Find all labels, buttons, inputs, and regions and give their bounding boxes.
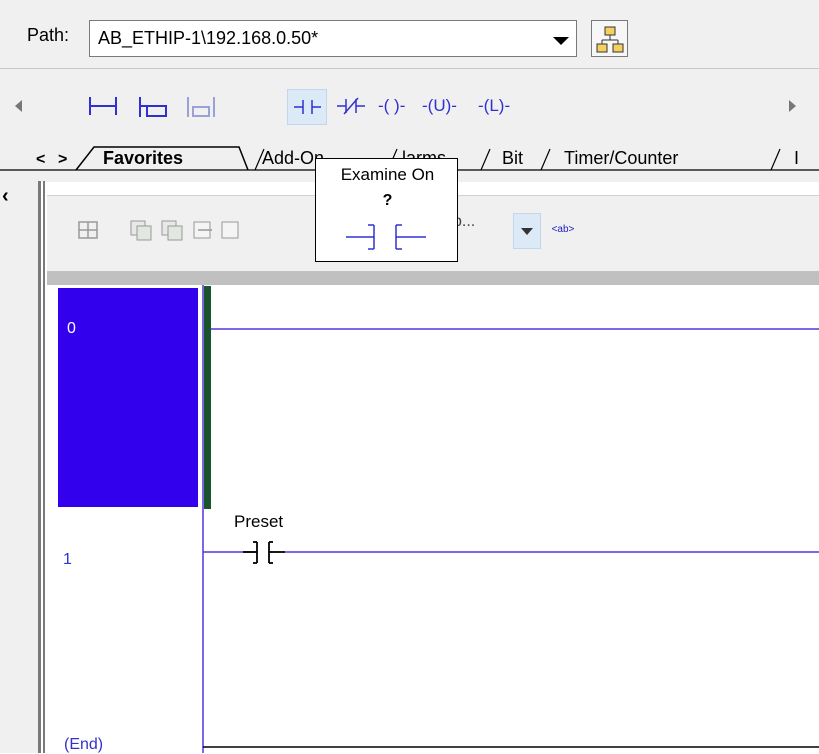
network-browse-button[interactable] xyxy=(591,20,628,57)
path-bar: Path: AB_ETHIP-1\192.168.0.50* xyxy=(0,0,819,68)
tab-scroll-prev[interactable]: < xyxy=(36,151,45,169)
path-label: Path: xyxy=(27,25,70,45)
edit-rung-icon[interactable] xyxy=(218,216,244,244)
examine-on-button[interactable] xyxy=(287,89,327,125)
tab-bit[interactable]: Bit xyxy=(502,148,523,169)
ab-button[interactable]: <ab> xyxy=(547,212,579,248)
path-value: AB_ETHIP-1\192.168.0.50* xyxy=(98,28,319,48)
rung-0-number[interactable]: 0 xyxy=(67,320,76,338)
branch-level-icon[interactable] xyxy=(184,89,218,125)
tab-favorites[interactable]: Favorites xyxy=(103,148,183,169)
chevron-down-icon[interactable] xyxy=(513,213,541,249)
chevron-down-icon[interactable] xyxy=(550,27,572,51)
tab-scroll-next[interactable]: > xyxy=(58,151,67,169)
examine-on-icon xyxy=(346,224,426,250)
rung-icon[interactable] xyxy=(86,89,120,125)
examine-off-icon[interactable] xyxy=(334,89,370,125)
scroll-right-icon[interactable] xyxy=(783,97,801,117)
rung-1-number[interactable]: 1 xyxy=(63,551,72,569)
splitter-right[interactable] xyxy=(43,181,45,753)
path-combobox[interactable]: AB_ETHIP-1\192.168.0.50* xyxy=(89,20,577,57)
collapse-pane-icon[interactable]: ‹ xyxy=(2,185,9,208)
tab-timer-counter[interactable]: Timer/Counter xyxy=(564,148,678,169)
rung-0-selection[interactable] xyxy=(58,288,198,507)
contact-tag-label[interactable]: Preset xyxy=(234,512,283,532)
network-tree-icon xyxy=(596,26,624,53)
examine-on-icon xyxy=(294,100,321,114)
tab-io[interactable]: I xyxy=(794,148,806,169)
paste-rung-icon[interactable] xyxy=(159,216,185,244)
end-rung-label: (End) xyxy=(64,736,104,753)
instruction-tooltip: Examine On ? xyxy=(315,158,458,262)
left-pane-strip: ‹ xyxy=(0,181,38,753)
tooltip-operand: ? xyxy=(382,192,393,209)
splitter-left[interactable] xyxy=(38,181,41,753)
scroll-left-icon[interactable] xyxy=(12,97,30,117)
rung-select-icon[interactable] xyxy=(75,216,101,244)
copy-rung-icon[interactable] xyxy=(128,216,154,244)
output-energize-icon[interactable]: -( )- xyxy=(378,96,405,116)
branch-icon[interactable] xyxy=(136,89,170,125)
output-latch-icon[interactable]: -(L)- xyxy=(478,96,510,116)
output-unlatch-icon[interactable]: -(U)- xyxy=(422,96,457,116)
ladder-header xyxy=(47,271,819,285)
insert-rung-icon[interactable] xyxy=(190,216,216,244)
rung-0-rail-marker xyxy=(204,286,211,509)
tooltip-title: Examine On xyxy=(340,165,435,184)
rung-search-text[interactable]: b... xyxy=(453,213,513,245)
